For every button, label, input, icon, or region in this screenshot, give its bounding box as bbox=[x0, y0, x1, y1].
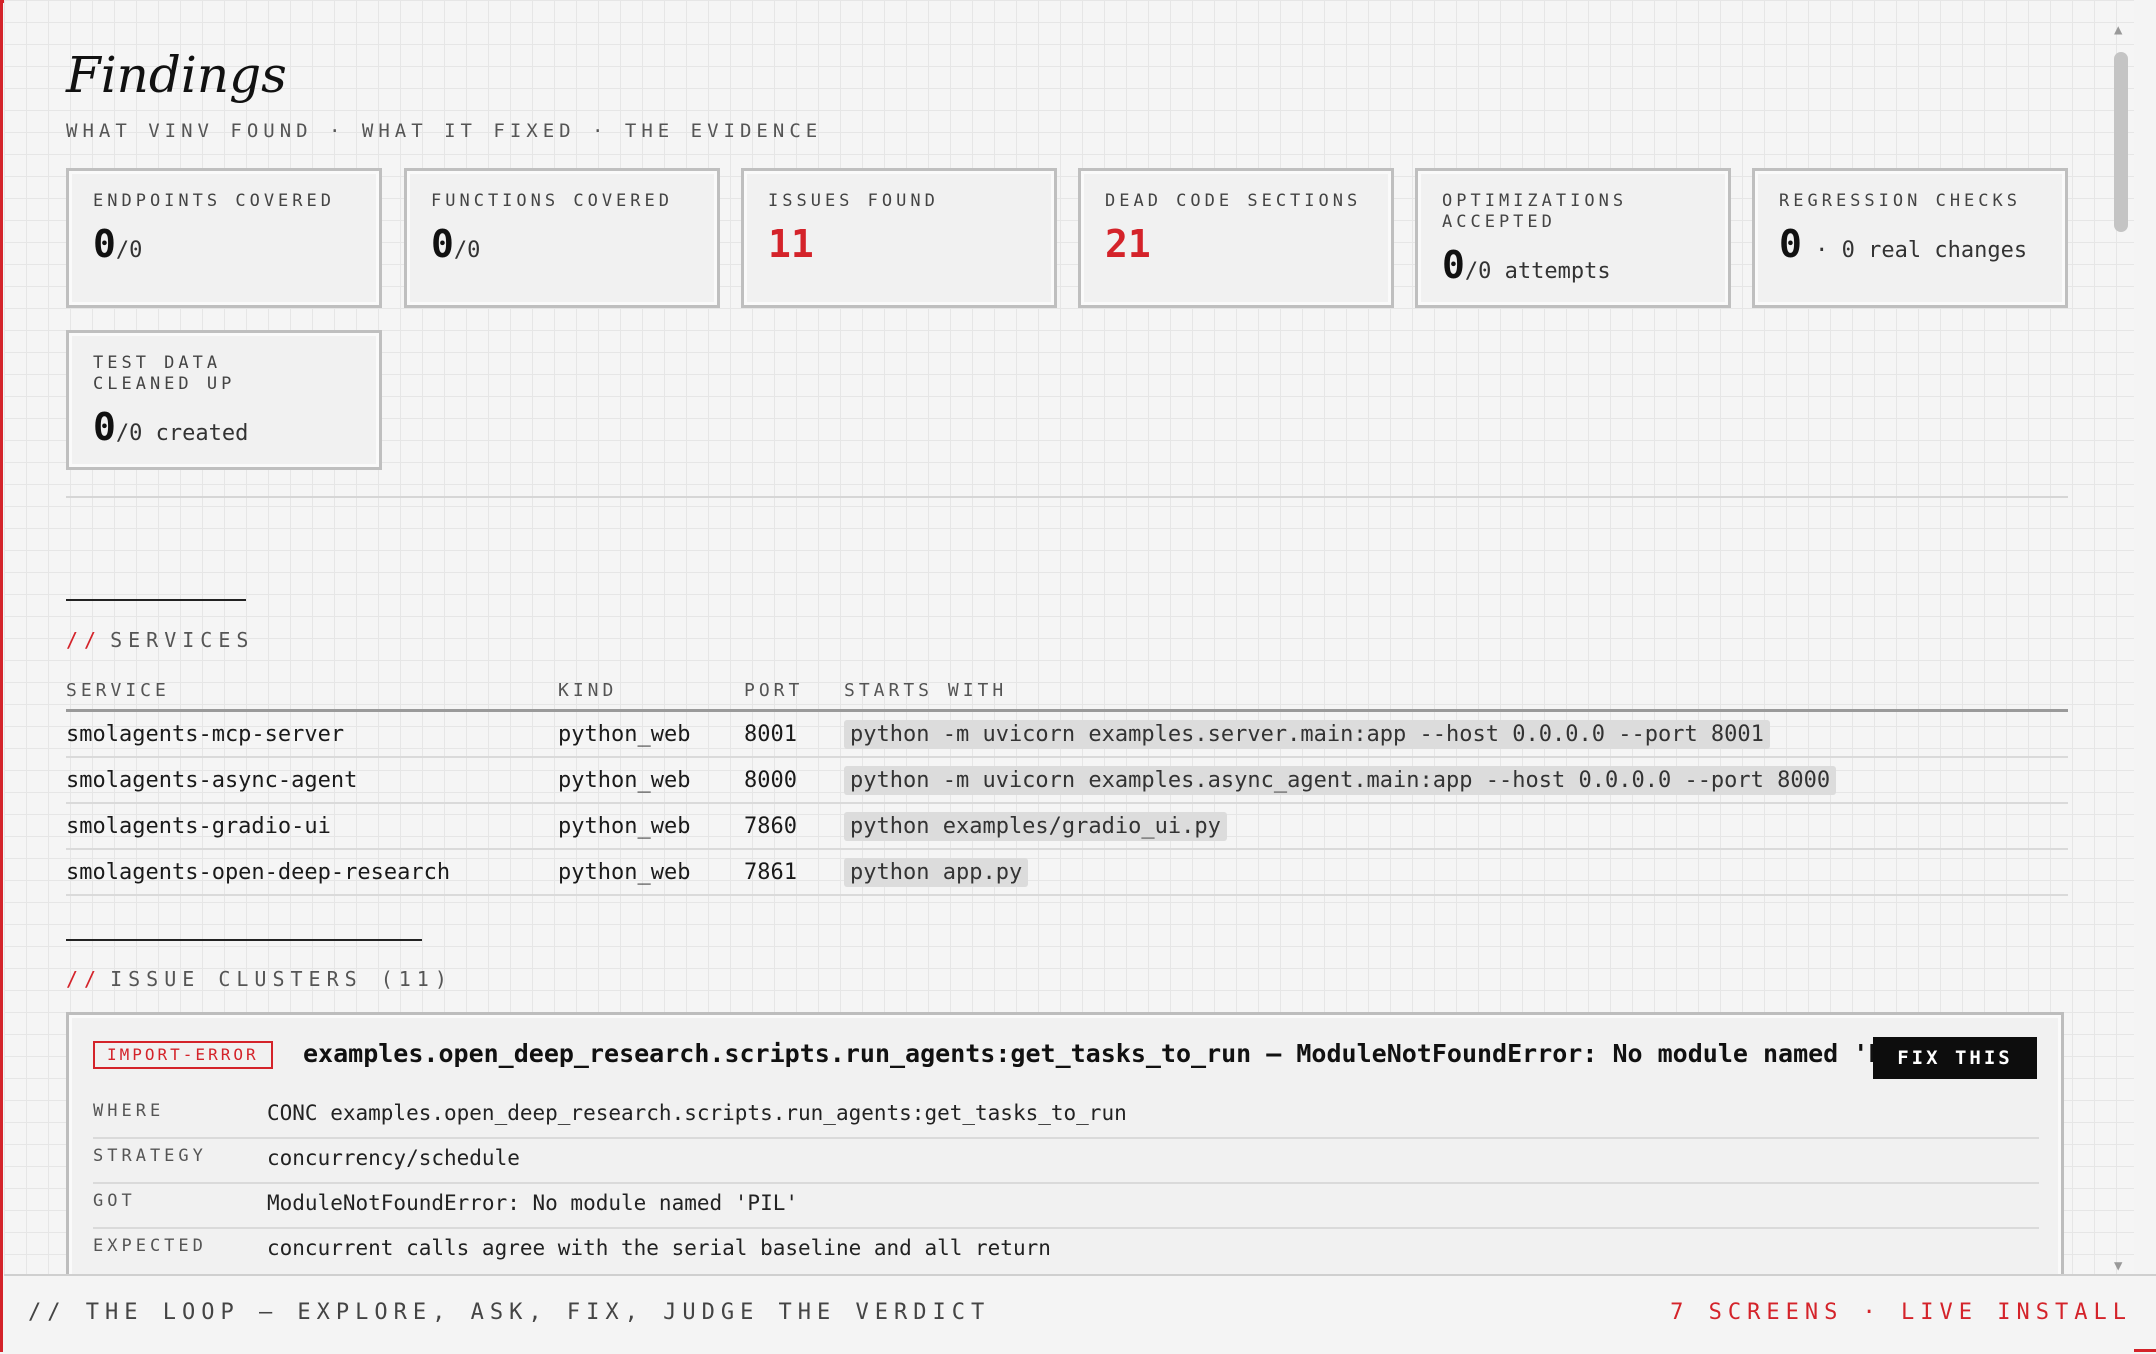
detail-key: GOT bbox=[93, 1191, 136, 1211]
stat-label: OPTIMIZATIONS ACCEPTED bbox=[1442, 191, 1628, 232]
issue-detail-row-got: GOT ModuleNotFoundError: No module named… bbox=[93, 1183, 2039, 1229]
stat-number: 0 bbox=[1442, 243, 1465, 287]
service-port: 7861 bbox=[744, 849, 844, 896]
issue-cluster-card: IMPORT-ERROR examples.open_deep_research… bbox=[66, 1012, 2064, 1274]
issue-detail-row-where: WHERE CONC examples.open_deep_research.s… bbox=[93, 1093, 2039, 1139]
table-row: smolagents-open-deep-research python_web… bbox=[66, 849, 2068, 896]
detail-value: CONC examples.open_deep_research.scripts… bbox=[267, 1101, 1127, 1125]
service-name: smolagents-mcp-server bbox=[66, 710, 558, 758]
detail-value: ModuleNotFoundError: No module named 'PI… bbox=[267, 1191, 799, 1215]
stat-suffix: /0 created bbox=[115, 421, 249, 446]
service-command: python -m uvicorn examples.server.main:a… bbox=[844, 719, 1770, 749]
scroll-up-arrow-icon[interactable]: ▲ bbox=[2114, 22, 2122, 38]
stat-number: 21 bbox=[1105, 222, 1151, 266]
stat-card-endpoints: ENDPOINTS COVERED 0/0 bbox=[66, 168, 382, 308]
table-row: smolagents-gradio-ui python_web 7860 pyt… bbox=[66, 803, 2068, 850]
issues-section-title: // ISSUE CLUSTERS (11) bbox=[66, 967, 453, 991]
stat-number: 0 bbox=[93, 405, 116, 449]
stat-card-functions: FUNCTIONS COVERED 0/0 bbox=[404, 168, 720, 308]
detail-key: EXPECTED bbox=[93, 1236, 207, 1256]
stat-value: 0/0 bbox=[431, 222, 693, 266]
service-port: 8001 bbox=[744, 710, 844, 758]
service-name: smolagents-open-deep-research bbox=[66, 849, 558, 896]
section-title-text: ISSUE CLUSTERS (11) bbox=[110, 967, 453, 991]
service-command: python -m uvicorn examples.async_agent.m… bbox=[844, 765, 1837, 795]
stat-value: 11 bbox=[768, 222, 1030, 266]
service-command: python examples/gradio_ui.py bbox=[844, 811, 1227, 841]
footer-bar: // THE LOOP — EXPLORE, ASK, FIX, JUDGE T… bbox=[4, 1274, 2156, 1354]
stat-card-issues: ISSUES FOUND 11 bbox=[741, 168, 1057, 308]
detail-value: concurrency/schedule bbox=[267, 1146, 520, 1170]
stat-suffix: /0 bbox=[115, 238, 143, 263]
stat-number: 0 bbox=[1779, 222, 1802, 266]
issue-tag-badge: IMPORT-ERROR bbox=[93, 1041, 273, 1069]
column-header-kind: KIND bbox=[558, 680, 744, 712]
column-header-service: SERVICE bbox=[66, 680, 558, 712]
service-command-cell: python -m uvicorn examples.async_agent.m… bbox=[844, 757, 2068, 804]
footer-screens-link[interactable]: 7 SCREENS · LIVE INSTALL bbox=[1670, 1300, 2132, 1325]
stat-value: 0/0 bbox=[93, 222, 355, 266]
service-kind: python_web bbox=[558, 803, 744, 850]
stat-value: 0 · 0 real changes bbox=[1779, 222, 2041, 266]
service-kind: python_web bbox=[558, 849, 744, 896]
stat-label: ENDPOINTS COVERED bbox=[93, 191, 335, 211]
service-command-cell: python examples/gradio_ui.py bbox=[844, 803, 2068, 850]
stat-suffix: /0 bbox=[453, 238, 481, 263]
stat-number: 0 bbox=[431, 222, 454, 266]
stat-number: 11 bbox=[768, 222, 814, 266]
stat-value: 0/0 created bbox=[93, 405, 355, 449]
detail-key: STRATEGY bbox=[93, 1146, 207, 1166]
service-kind: python_web bbox=[558, 710, 744, 758]
stat-number: 0 bbox=[93, 222, 116, 266]
service-command-cell: python app.py bbox=[844, 849, 2068, 896]
section-divider bbox=[66, 496, 2068, 498]
stat-label: REGRESSION CHECKS bbox=[1779, 191, 2021, 211]
stat-card-regression: REGRESSION CHECKS 0 · 0 real changes bbox=[1752, 168, 2068, 308]
vertical-scrollbar[interactable]: ▲ ▼ bbox=[2108, 20, 2134, 1274]
column-header-starts-with: STARTS WITH bbox=[844, 680, 2068, 712]
footer-loop-caption: // THE LOOP — EXPLORE, ASK, FIX, JUDGE T… bbox=[28, 1300, 991, 1325]
stat-label: FUNCTIONS COVERED bbox=[431, 191, 673, 211]
issue-title: examples.open_deep_research.scripts.run_… bbox=[303, 1039, 1929, 1068]
scrollbar-thumb[interactable] bbox=[2114, 52, 2128, 232]
service-name: smolagents-async-agent bbox=[66, 757, 558, 804]
frame-accent-left bbox=[0, 0, 3, 1352]
issue-detail-row-expected: EXPECTED concurrent calls agree with the… bbox=[93, 1228, 2039, 1272]
service-port: 7860 bbox=[744, 803, 844, 850]
scroll-down-arrow-icon[interactable]: ▼ bbox=[2114, 1258, 2122, 1274]
service-kind: python_web bbox=[558, 757, 744, 804]
stat-suffix: /0 attempts bbox=[1464, 259, 1611, 284]
stat-value: 0/0 attempts bbox=[1442, 243, 1704, 287]
stat-card-test-data: TEST DATA CLEANED UP 0/0 created bbox=[66, 330, 382, 470]
section-slashes: // bbox=[66, 967, 103, 991]
section-title-text: SERVICES bbox=[110, 628, 255, 652]
section-slashes: // bbox=[66, 628, 103, 652]
service-command: python app.py bbox=[844, 857, 1029, 887]
service-port: 8000 bbox=[744, 757, 844, 804]
stat-label: TEST DATA CLEANED UP bbox=[93, 353, 236, 394]
stat-card-dead-code: DEAD CODE SECTIONS 21 bbox=[1078, 168, 1394, 308]
table-row: smolagents-async-agent python_web 8000 p… bbox=[66, 757, 2068, 804]
service-command-cell: python -m uvicorn examples.server.main:a… bbox=[844, 710, 2068, 758]
issue-detail-row-strategy: STRATEGY concurrency/schedule bbox=[93, 1138, 2039, 1184]
detail-value: concurrent calls agree with the serial b… bbox=[267, 1236, 1051, 1260]
stat-label: ISSUES FOUND bbox=[768, 191, 939, 211]
page-title: Findings bbox=[66, 46, 287, 104]
section-rule bbox=[66, 599, 246, 601]
column-header-port: PORT bbox=[744, 680, 844, 712]
table-row: smolagents-mcp-server python_web 8001 py… bbox=[66, 710, 2068, 758]
section-rule bbox=[66, 939, 422, 941]
services-section-title: // SERVICES bbox=[66, 628, 254, 652]
stat-card-optimizations: OPTIMIZATIONS ACCEPTED 0/0 attempts bbox=[1415, 168, 1731, 308]
stat-value: 21 bbox=[1105, 222, 1367, 266]
stat-label: DEAD CODE SECTIONS bbox=[1105, 191, 1362, 211]
services-table: SERVICE KIND PORT STARTS WITH smolagents… bbox=[66, 680, 2068, 896]
findings-viewport[interactable]: Findings WHAT VINV FOUND · WHAT IT FIXED… bbox=[4, 0, 2134, 1274]
table-header-row: SERVICE KIND PORT STARTS WITH bbox=[66, 680, 2068, 712]
page-subtitle: WHAT VINV FOUND · WHAT IT FIXED · THE EV… bbox=[66, 120, 823, 142]
service-name: smolagents-gradio-ui bbox=[66, 803, 558, 850]
detail-key: WHERE bbox=[93, 1101, 165, 1121]
stat-suffix: · 0 real changes bbox=[1801, 238, 2028, 263]
fix-this-button[interactable]: FIX THIS bbox=[1873, 1037, 2037, 1079]
